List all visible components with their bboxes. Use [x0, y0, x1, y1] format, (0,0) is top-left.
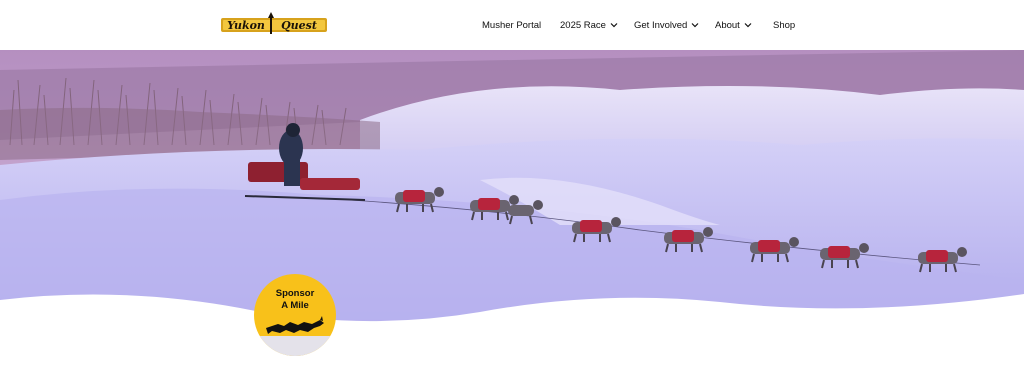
nav-label: Musher Portal — [482, 19, 542, 31]
sponsor-line2: A Mile — [281, 300, 309, 311]
yukon-quest-logo: Yukon Quest — [221, 12, 327, 34]
site-header: Yukon Quest Musher Portal 2025 Race Get … — [0, 0, 1024, 50]
hero-image — [0, 50, 1024, 367]
nav-musher-portal[interactable]: Musher Portal — [482, 20, 541, 31]
nav-label: Get Involved — [634, 19, 688, 31]
logo-text-right: Quest — [281, 19, 317, 32]
nav-get-involved[interactable]: Get Involved — [634, 20, 699, 31]
chevron-down-icon — [691, 23, 699, 28]
sponsor-a-mile-button[interactable]: Sponsor A Mile — [254, 274, 336, 356]
nav-shop[interactable]: Shop — [773, 20, 795, 31]
nav-label: Shop — [773, 19, 796, 31]
sled-dogs-icon — [266, 316, 324, 334]
chevron-down-icon — [744, 23, 752, 28]
nav-2025-race[interactable]: 2025 Race — [560, 20, 618, 31]
nav-about[interactable]: About — [715, 20, 752, 31]
sponsor-label: Sponsor A Mile — [254, 288, 336, 312]
nav-label: About — [715, 19, 740, 31]
sponsor-badge-base — [254, 336, 336, 356]
chevron-down-icon — [610, 23, 618, 28]
sponsor-line1: Sponsor — [275, 288, 315, 299]
hero-banner — [0, 50, 1024, 367]
nav-label: 2025 Race — [560, 19, 606, 31]
logo-text-left: Yukon — [227, 19, 265, 32]
